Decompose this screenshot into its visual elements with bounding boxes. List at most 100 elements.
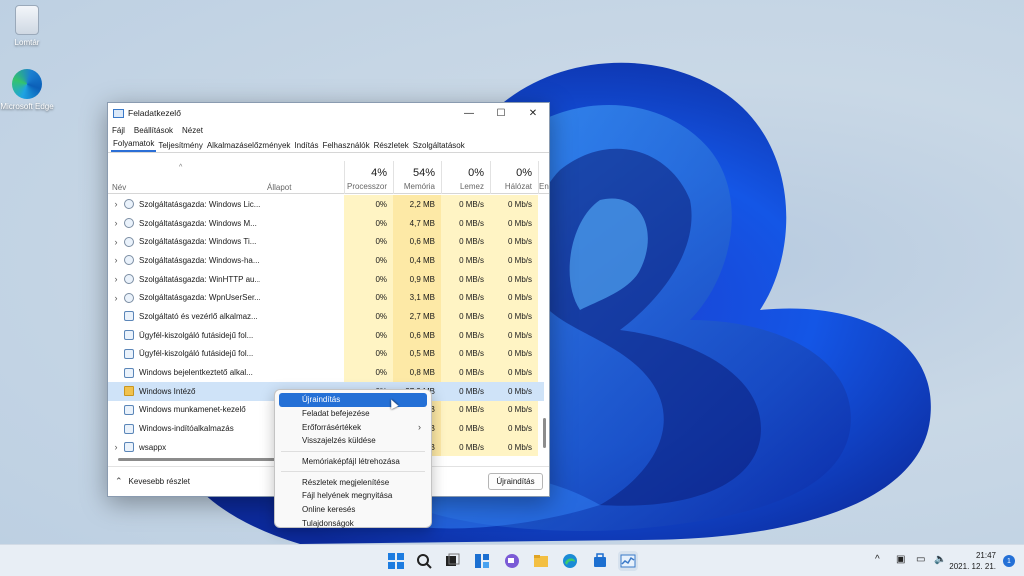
menu-item-label: Újraindítás [302,395,341,405]
store-icon [594,553,606,567]
expand-chevron-icon[interactable]: › [108,293,124,303]
context-menu-item[interactable]: Feladat befejezése [279,407,427,421]
process-row[interactable]: › Szolgáltatásgazda: Windows-ha... 0% 0,4 M… [108,251,544,270]
maximize-button[interactable]: ☐ [485,103,517,123]
expand-chevron-icon[interactable]: › [108,218,124,228]
task-manager-button[interactable] [618,551,638,571]
network-value: 0 Mb/s [490,213,538,233]
expand-chevron-icon[interactable]: › [108,199,124,209]
context-menu-item[interactable]: Tulajdonságok [279,517,427,531]
close-button[interactable]: ✕ [517,103,549,123]
service-icon [124,199,134,210]
start-icon [388,553,404,569]
chevron-up-icon[interactable]: ⌃ [115,476,123,487]
task-view-button[interactable] [442,551,462,571]
store-button[interactable] [590,551,610,571]
context-menu-item[interactable]: Memóriaképfájl létrehozása [279,455,427,469]
expand-chevron-icon[interactable]: › [108,274,124,284]
cpu-value: 0% [344,363,393,382]
clock[interactable]: 21:47 2021. 12. 21. [949,550,996,572]
file-explorer-icon [534,555,548,567]
column-name[interactable]: Név [112,183,126,192]
process-row[interactable]: Szolgáltató és vezérlő alkalmaz... 0% 2,7 … [108,307,544,326]
memory-value: 0,6 MB [393,232,441,252]
expand-chevron-icon[interactable]: › [108,442,124,452]
context-menu-item[interactable]: Fájl helyének megnyitása [279,489,427,503]
context-menu-item[interactable]: Erőforrásértékek › [279,420,427,434]
start-button[interactable] [386,551,406,571]
network-value: 0 Mb/s [490,437,538,456]
expand-chevron-icon[interactable]: › [108,255,124,265]
disk-value: 0 MB/s [441,400,490,420]
file-explorer-button[interactable] [531,551,551,571]
notification-badge[interactable]: 1 [1003,555,1015,567]
process-row[interactable]: Windows bejelentkeztető alkal... 0% 0,8 MB… [108,363,544,382]
process-row[interactable]: › Szolgáltatásgazda: Windows M... 0% 4,7 MB… [108,213,544,233]
network-icon[interactable]: ▣ [896,554,905,565]
tab-app-history[interactable]: Alkalmazáselőzmények [205,141,293,152]
less-details-link[interactable]: Kevesebb részlet [129,477,190,486]
process-name: Szolgáltató és vezérlő alkalmaz... [139,311,258,321]
context-menu-item[interactable]: Online keresés [279,503,427,517]
desktop-icon-recycle-bin[interactable]: Lomtár [0,5,54,47]
vertical-scrollbar[interactable] [543,418,546,448]
expand-chevron-icon[interactable]: › [108,237,124,247]
tab-services[interactable]: Szolgáltatások [411,141,467,152]
tab-performance[interactable]: Teljesítmény [156,141,204,152]
tab-bar: Folyamatok Teljesítmény Alkalmazáselőzmé… [108,138,549,153]
app-window-icon [124,367,134,378]
process-name: Szolgáltatásgazda: WinHTTP au... [139,274,260,284]
tab-processes[interactable]: Folyamatok [111,139,157,152]
volume-icon[interactable]: 🔈 [934,554,946,565]
cpu-label: Processzor [346,182,387,191]
disk-value: 0 MB/s [441,307,490,326]
column-cpu[interactable]: 4% Processzor [344,161,393,194]
column-disk[interactable]: 0% Lemez [441,161,490,194]
menu-bar: Fájl Beállítások Nézet [108,123,549,138]
cpu-value: 0% [344,232,393,252]
process-row[interactable]: › Szolgáltatásgazda: Windows Ti... 0% 0,6 M… [108,232,544,252]
chevron-up-icon[interactable]: ^ [875,554,880,565]
context-menu-item[interactable]: Visszajelzés küldése [279,434,427,448]
title-bar[interactable]: Feladatkezelő — ☐ ✕ [108,103,549,123]
disk-value: 0 MB/s [441,325,490,345]
context-menu-item[interactable]: Részletek megjelenítése [279,475,427,489]
memory-value: 0,6 MB [393,325,441,345]
minimize-button[interactable]: — [453,103,485,123]
edge-button[interactable] [560,551,580,571]
menu-file[interactable]: Fájl [112,126,125,135]
energy-label: En [539,182,549,191]
context-menu-item[interactable]: Újraindítás [279,393,427,407]
memory-value: 0,4 MB [393,251,441,270]
disk-value: 0 MB/s [441,288,490,308]
cpu-value: 0% [344,288,393,308]
tab-users[interactable]: Felhasználók [320,141,371,152]
process-row[interactable]: › Szolgáltatásgazda: WpnUserSer... 0% 3,1 M… [108,288,544,308]
display-icon[interactable]: ▭ [916,554,925,565]
search-icon [417,554,432,569]
column-network[interactable]: 0% Hálózat [490,161,538,194]
app-window-icon [124,404,134,415]
column-status[interactable]: Állapot [267,183,291,192]
process-name: Windows-indítóalkalmazás [139,424,234,434]
restart-button[interactable]: Újraindítás [488,473,543,490]
menu-options[interactable]: Beállítások [134,126,173,135]
network-value: 0 Mb/s [490,363,538,382]
process-row[interactable]: › Szolgáltatásgazda: WinHTTP au... 0% 0,9 M… [108,269,544,289]
tab-startup[interactable]: Indítás [292,141,320,152]
chat-button[interactable] [502,551,522,571]
horizontal-scrollbar[interactable] [118,458,278,461]
search-button[interactable] [414,551,434,571]
network-value: 0 Mb/s [490,344,538,364]
menu-view[interactable]: Nézet [182,126,203,135]
menu-item-label: Online keresés [302,505,356,515]
column-energy[interactable]: En [538,161,549,194]
network-value: 0 Mb/s [490,195,538,214]
desktop-icon-edge[interactable]: Microsoft Edge [0,69,54,111]
tab-details[interactable]: Részletek [372,141,411,152]
process-row[interactable]: Ügyfél-kiszolgáló futásidejű fol... 0% 0,5… [108,344,544,364]
process-row[interactable]: Ügyfél-kiszolgáló futásidejű fol... 0% 0,6… [108,325,544,345]
widgets-button[interactable] [472,551,492,571]
column-memory[interactable]: 54% Memória [393,161,441,194]
process-row[interactable]: › Szolgáltatásgazda: Windows Lic... 0% 2,2 … [108,195,544,214]
